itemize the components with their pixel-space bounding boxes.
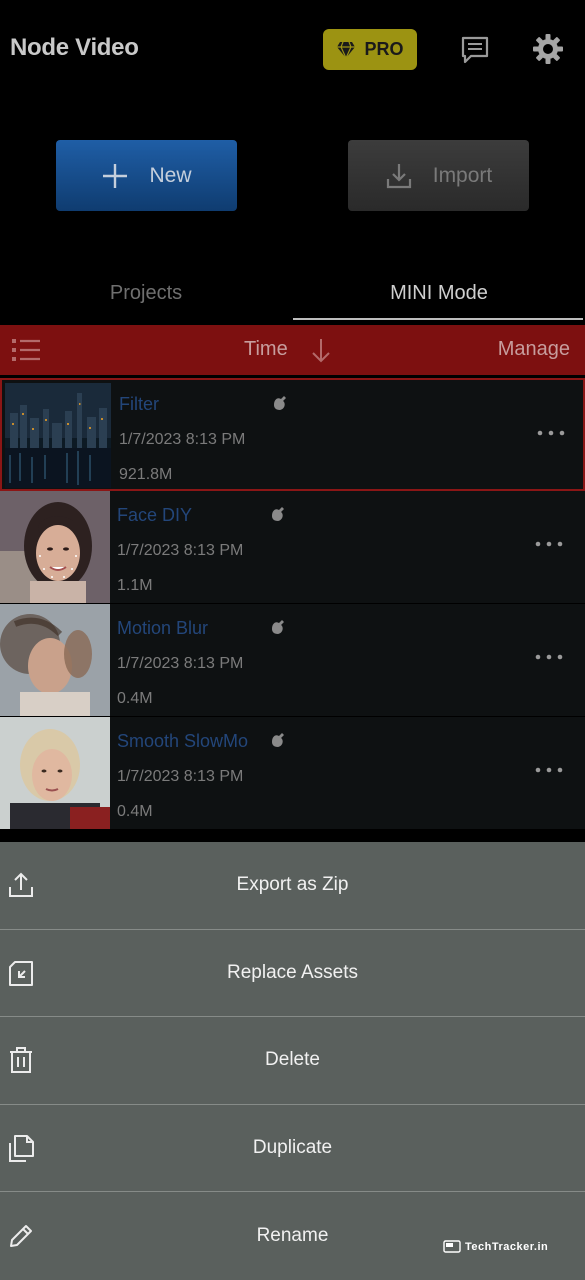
pencil-icon — [10, 1225, 32, 1248]
duplicate-option[interactable]: Duplicate — [0, 1105, 585, 1193]
download-icon — [386, 163, 411, 188]
pro-button[interactable]: PRO — [323, 29, 417, 70]
sort-bar: Time Manage — [0, 325, 585, 375]
hand-icon — [272, 620, 284, 634]
project-title: Face DIY — [117, 505, 193, 525]
import-button[interactable]: Import — [348, 140, 529, 211]
trash-icon — [10, 1047, 32, 1074]
tab-mini-mode[interactable]: MINI Mode — [293, 265, 585, 321]
project-date: 1/7/2023 8:13 PM — [119, 431, 246, 448]
project-list: Filter 1/7/2023 8:13 PM 921.8M Face DIY … — [0, 378, 585, 830]
project-title: Filter — [119, 394, 159, 414]
manage-button[interactable]: Manage — [498, 338, 570, 361]
duplicate-icon — [9, 1134, 34, 1162]
more-options-icon[interactable] — [533, 539, 565, 549]
active-tab-indicator — [293, 318, 583, 320]
message-icon[interactable] — [460, 36, 490, 64]
delete-label: Delete — [265, 1049, 320, 1071]
export-icon — [9, 872, 33, 897]
rename-option[interactable]: Rename — [0, 1192, 585, 1280]
thumbnail-slowmo — [0, 717, 110, 829]
watermark: TechTracker.in — [443, 1240, 548, 1253]
sort-label[interactable]: Time — [244, 338, 288, 361]
watermark-text: TechTracker.in — [465, 1240, 549, 1253]
list-view-icon[interactable] — [11, 337, 41, 363]
tab-projects[interactable]: Projects — [0, 265, 292, 321]
hand-icon — [272, 733, 284, 747]
rename-label: Rename — [256, 1225, 329, 1247]
thumbnail-face — [0, 491, 110, 603]
hand-icon — [272, 507, 284, 521]
new-button[interactable]: New — [56, 140, 237, 211]
duplicate-label: Duplicate — [252, 1137, 333, 1159]
project-date: 1/7/2023 8:13 PM — [117, 768, 244, 785]
gear-icon[interactable] — [532, 33, 564, 65]
new-label: New — [149, 163, 192, 187]
replace-icon — [9, 960, 33, 986]
more-options-icon[interactable] — [535, 428, 567, 438]
monitor-icon — [443, 1240, 461, 1253]
import-label: Import — [432, 163, 493, 187]
action-sheet: Export as Zip Replace Assets Delete Dupl… — [0, 842, 585, 1280]
project-item[interactable]: Smooth SlowMo 1/7/2023 8:13 PM 0.4M — [0, 717, 585, 830]
project-item[interactable]: Motion Blur 1/7/2023 8:13 PM 0.4M — [0, 604, 585, 717]
pro-label: PRO — [364, 39, 404, 59]
project-title: Smooth SlowMo — [117, 731, 249, 751]
project-size: 0.4M — [117, 803, 153, 820]
replace-assets-label: Replace Assets — [227, 961, 358, 983]
tab-bar: Projects MINI Mode — [0, 265, 585, 321]
hand-icon — [274, 396, 286, 410]
diamond-icon — [337, 41, 356, 59]
replace-assets-option[interactable]: Replace Assets — [0, 930, 585, 1018]
project-size: 1.1M — [117, 577, 153, 594]
thumbnail-city — [5, 383, 111, 488]
plus-icon — [103, 163, 128, 188]
project-title: Motion Blur — [117, 618, 209, 638]
more-options-icon[interactable] — [533, 652, 565, 662]
app-header: Node Video PRO — [0, 0, 585, 100]
project-date: 1/7/2023 8:13 PM — [117, 542, 244, 559]
project-item[interactable]: Face DIY 1/7/2023 8:13 PM 1.1M — [0, 491, 585, 604]
export-zip-option[interactable]: Export as Zip — [0, 842, 585, 930]
delete-option[interactable]: Delete — [0, 1017, 585, 1105]
thumbnail-motion-blur — [0, 604, 110, 716]
project-size: 0.4M — [117, 690, 153, 707]
export-zip-label: Export as Zip — [236, 874, 349, 896]
arrow-down-icon[interactable] — [310, 337, 332, 363]
project-size: 921.8M — [119, 466, 173, 483]
project-item[interactable]: Filter 1/7/2023 8:13 PM 921.8M — [0, 378, 585, 491]
project-date: 1/7/2023 8:13 PM — [117, 655, 244, 672]
more-options-icon[interactable] — [533, 765, 565, 775]
app-title: Node Video — [10, 34, 139, 61]
